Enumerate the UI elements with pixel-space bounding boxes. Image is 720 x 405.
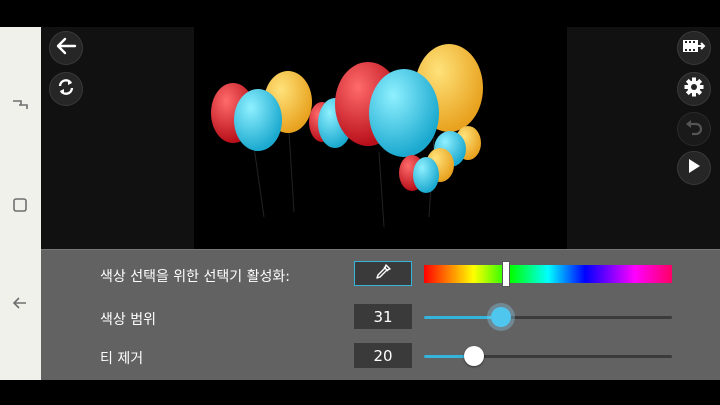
- eyedropper-icon: [375, 263, 391, 284]
- hue-spectrum-slider[interactable]: [424, 261, 672, 287]
- noise-removal-value: 20: [354, 343, 412, 368]
- rotate-icon: [55, 76, 77, 102]
- color-range-label: 색상 범위: [100, 312, 156, 328]
- gear-icon: [683, 76, 705, 102]
- play-button[interactable]: [677, 151, 711, 185]
- video-preview[interactable]: [194, 27, 567, 249]
- noise-removal-slider[interactable]: [424, 344, 672, 368]
- color-range-value: 31: [354, 304, 412, 329]
- android-nav-bar: [0, 27, 41, 380]
- settings-button[interactable]: [677, 72, 711, 106]
- rotate-button[interactable]: [49, 72, 83, 106]
- undo-button[interactable]: [677, 112, 711, 146]
- hue-handle[interactable]: [502, 261, 510, 287]
- export-button[interactable]: [677, 31, 711, 65]
- back-icon[interactable]: [8, 291, 32, 315]
- film-export-icon: [682, 37, 706, 59]
- back-button[interactable]: [49, 31, 83, 65]
- noise-removal-label: 티 제거: [100, 351, 144, 367]
- balloons-image: [211, 44, 483, 228]
- arrow-left-icon: [55, 37, 77, 59]
- play-icon: [686, 157, 702, 179]
- color-picker-button[interactable]: [354, 261, 412, 286]
- home-icon[interactable]: [8, 193, 32, 217]
- slider-thumb[interactable]: [491, 307, 511, 327]
- slider-thumb[interactable]: [464, 346, 484, 366]
- picker-label: 색상 선택을 위한 선택기 활성화:: [100, 269, 290, 285]
- chroma-key-panel: 색상 선택을 위한 선택기 활성화: 색상 범위 31 티 제거 20: [41, 249, 720, 380]
- color-range-slider[interactable]: [424, 305, 672, 329]
- recent-apps-icon[interactable]: [8, 93, 32, 117]
- undo-icon: [684, 118, 704, 140]
- slider-fill: [424, 316, 501, 319]
